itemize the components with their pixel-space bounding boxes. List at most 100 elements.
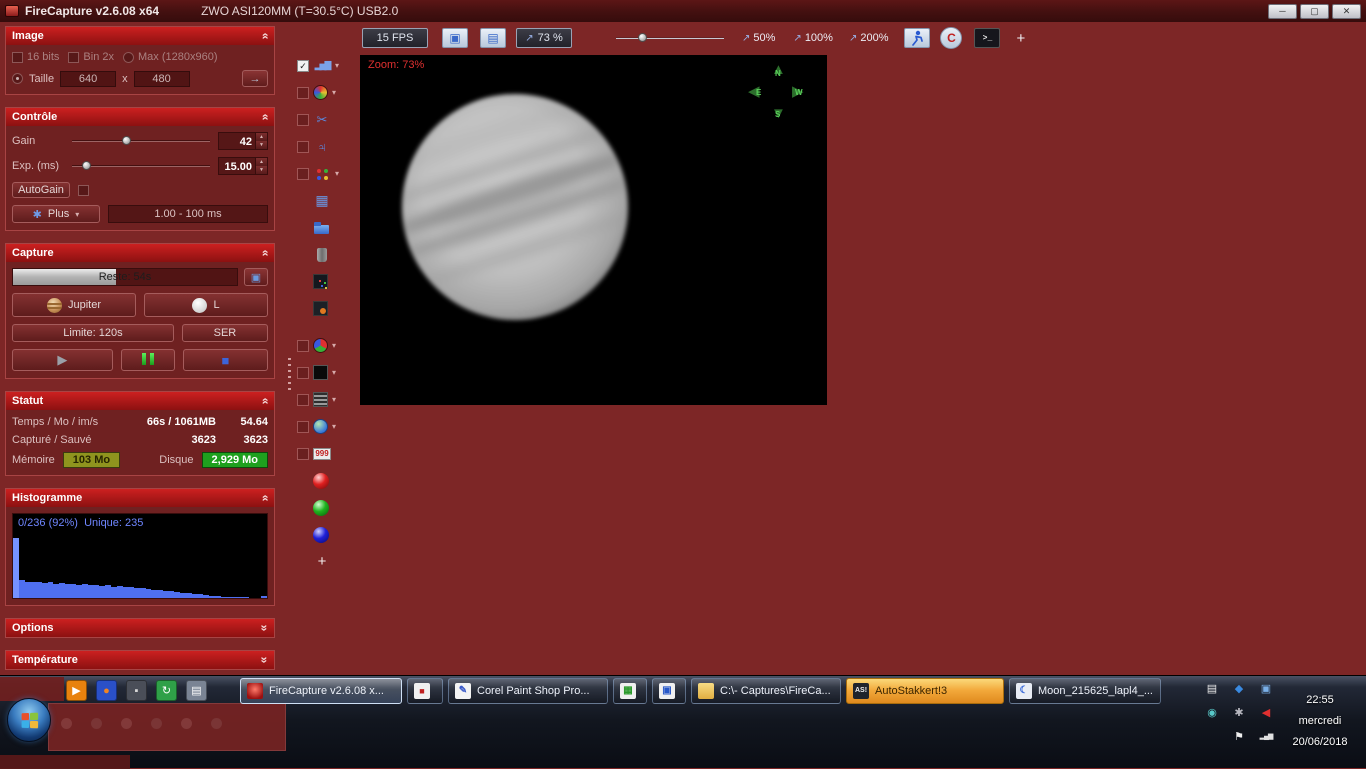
taskbar-clock[interactable]: 22:55 mercredi 20/06/2018: [1276, 690, 1364, 753]
start-button[interactable]: [7, 698, 51, 742]
notes-app-icon[interactable]: ▤: [186, 680, 207, 701]
taskbar-button-autostakkert[interactable]: AS! AutoStakkert!3: [846, 678, 1004, 704]
collapse-down-icon[interactable]: »: [258, 657, 272, 664]
exposure-range-field[interactable]: 1.00 - 100 ms: [108, 205, 268, 223]
player-classic-icon[interactable]: ▪: [126, 680, 147, 701]
notes-icon[interactable]: ▤: [1204, 681, 1220, 697]
zoom-level-button[interactable]: ↗ 73 %: [516, 28, 572, 48]
apply-size-button[interactable]: →: [242, 70, 268, 87]
gain-slider-thumb[interactable]: [121, 136, 131, 145]
bluetooth-icon[interactable]: ◆: [1231, 681, 1247, 697]
terminal-button[interactable]: >_: [974, 28, 1001, 48]
jupiter-icon[interactable]: ♃: [313, 138, 331, 156]
bin2x-checkbox[interactable]: [68, 51, 80, 63]
black-level[interactable]: ▾: [297, 363, 357, 382]
delete-tool[interactable]: [297, 245, 357, 264]
exposure-spinner[interactable]: 15.00 ▲ ▼: [218, 157, 268, 175]
maximize-button[interactable]: ▢: [1300, 3, 1329, 19]
histogram-overlay-dropdown-icon[interactable]: ▾: [335, 61, 339, 70]
exposure-down-icon[interactable]: ▼: [255, 166, 267, 174]
planet-detect[interactable]: ♃: [297, 137, 357, 156]
dark-frame[interactable]: [297, 272, 357, 291]
fullscreen-button[interactable]: ▣: [442, 28, 468, 48]
white-balance-dropdown-icon[interactable]: ▾: [332, 422, 336, 431]
collapse-up-icon[interactable]: »: [258, 114, 272, 121]
camera-preview[interactable]: Zoom: 73% ▲ N ◀ E ▶ W ▼ S: [360, 55, 827, 405]
frame-limit[interactable]: 999: [297, 444, 357, 463]
zoom-slider[interactable]: [616, 32, 724, 44]
debayer-dropdown-icon[interactable]: ▾: [332, 341, 336, 350]
green-channel[interactable]: [297, 498, 357, 517]
white-balance[interactable]: ▾: [297, 417, 357, 436]
colorwheel2-icon[interactable]: [313, 338, 328, 353]
filter-button[interactable]: L: [144, 293, 268, 317]
statut-panel-header[interactable]: Statut »: [6, 392, 274, 410]
black-level-dropdown-icon[interactable]: ▾: [332, 368, 336, 377]
black-level-checkbox[interactable]: [297, 366, 309, 379]
record-info-button[interactable]: C: [940, 27, 963, 49]
taskbar-button-corel[interactable]: ✎ Corel Paint Shop Pro...: [448, 678, 608, 704]
reticle-overlay-dropdown-icon[interactable]: ▾: [332, 88, 336, 97]
calendar-icon[interactable]: ▦: [313, 192, 331, 210]
media-player-icon[interactable]: ▶: [66, 680, 87, 701]
settings-icon[interactable]: ✱: [1231, 705, 1247, 721]
gray-level-dropdown-icon[interactable]: ▾: [332, 395, 336, 404]
debayer-checkbox[interactable]: [297, 339, 309, 352]
controle-panel-header[interactable]: Contrôle »: [6, 108, 274, 126]
white-balance-checkbox[interactable]: [297, 420, 309, 433]
blue-channel[interactable]: [297, 525, 357, 544]
taille-radio[interactable]: [12, 73, 23, 84]
darkframe-icon[interactable]: [313, 274, 328, 289]
sphere-blue-icon[interactable]: [313, 526, 329, 543]
eye-icon[interactable]: ◉: [1204, 705, 1220, 721]
alignment-points-checkbox[interactable]: [297, 167, 309, 180]
histogram-icon[interactable]: ▂▅▇: [313, 57, 332, 75]
graybar-icon[interactable]: [313, 392, 328, 407]
histogram-overlay[interactable]: ✓ ▂▅▇ ▾: [297, 56, 357, 75]
alignment-points[interactable]: ▾: [297, 164, 357, 183]
gain-up-icon[interactable]: ▲: [255, 133, 267, 141]
autorun-button[interactable]: [904, 28, 931, 48]
preview-button[interactable]: ▣: [244, 268, 268, 286]
blacksquare-icon[interactable]: [313, 365, 328, 380]
preview-window-button[interactable]: ▤: [480, 28, 506, 48]
zoom-slider-thumb[interactable]: [637, 33, 647, 42]
minimize-button[interactable]: ─: [1268, 3, 1297, 19]
sphere-red-icon[interactable]: [313, 472, 329, 489]
taskbar-button-red-app[interactable]: ■: [407, 678, 443, 704]
flag-icon[interactable]: ⚑: [1231, 729, 1247, 745]
gray-level-checkbox[interactable]: [297, 393, 309, 406]
open-folder[interactable]: [297, 218, 357, 237]
volume-icon[interactable]: ◀: [1258, 705, 1274, 721]
format-button[interactable]: SER: [181, 324, 268, 342]
pause-capture-button[interactable]: [120, 349, 175, 371]
debayer[interactable]: ▾: [297, 336, 357, 355]
exposure-slider[interactable]: [72, 160, 210, 172]
flat-frame[interactable]: [297, 299, 357, 318]
gain-slider[interactable]: [72, 135, 210, 147]
width-input[interactable]: [60, 70, 117, 87]
gain-spinner[interactable]: 42 ▲ ▼: [218, 132, 268, 150]
collapse-up-icon[interactable]: »: [258, 33, 272, 40]
options-panel-header[interactable]: Options »: [6, 619, 274, 637]
autogain-button[interactable]: AutoGain: [12, 182, 70, 198]
panel-resize-handle[interactable]: [288, 358, 291, 394]
limit-button[interactable]: Limite: 120s: [12, 324, 174, 342]
collapse-up-icon[interactable]: »: [258, 250, 272, 257]
gain-down-icon[interactable]: ▼: [255, 141, 267, 149]
close-button[interactable]: ✕: [1332, 3, 1361, 19]
zoom-200-button[interactable]: ↗ 200%: [849, 32, 889, 44]
display-icon[interactable]: ▣: [1258, 681, 1274, 697]
target-button[interactable]: Jupiter: [12, 293, 136, 317]
taskbar-button-moon-image[interactable]: ☾ Moon_215625_lapl4_...: [1009, 678, 1161, 704]
taskbar-button-green-app[interactable]: ▦: [613, 678, 647, 704]
999-icon[interactable]: 999: [313, 447, 331, 460]
crop-tool[interactable]: ✂: [297, 110, 357, 129]
reticle-overlay-checkbox[interactable]: [297, 86, 309, 99]
collapse-down-icon[interactable]: »: [258, 625, 272, 632]
histogramme-panel-header[interactable]: Histogramme »: [6, 489, 274, 507]
height-input[interactable]: [133, 70, 190, 87]
plus-dropdown-button[interactable]: ✱ Plus ▾: [12, 205, 100, 223]
taskbar-button-firecapture[interactable]: FireCapture v2.6.08 x...: [240, 678, 402, 704]
add-tool[interactable]: +: [297, 552, 357, 571]
